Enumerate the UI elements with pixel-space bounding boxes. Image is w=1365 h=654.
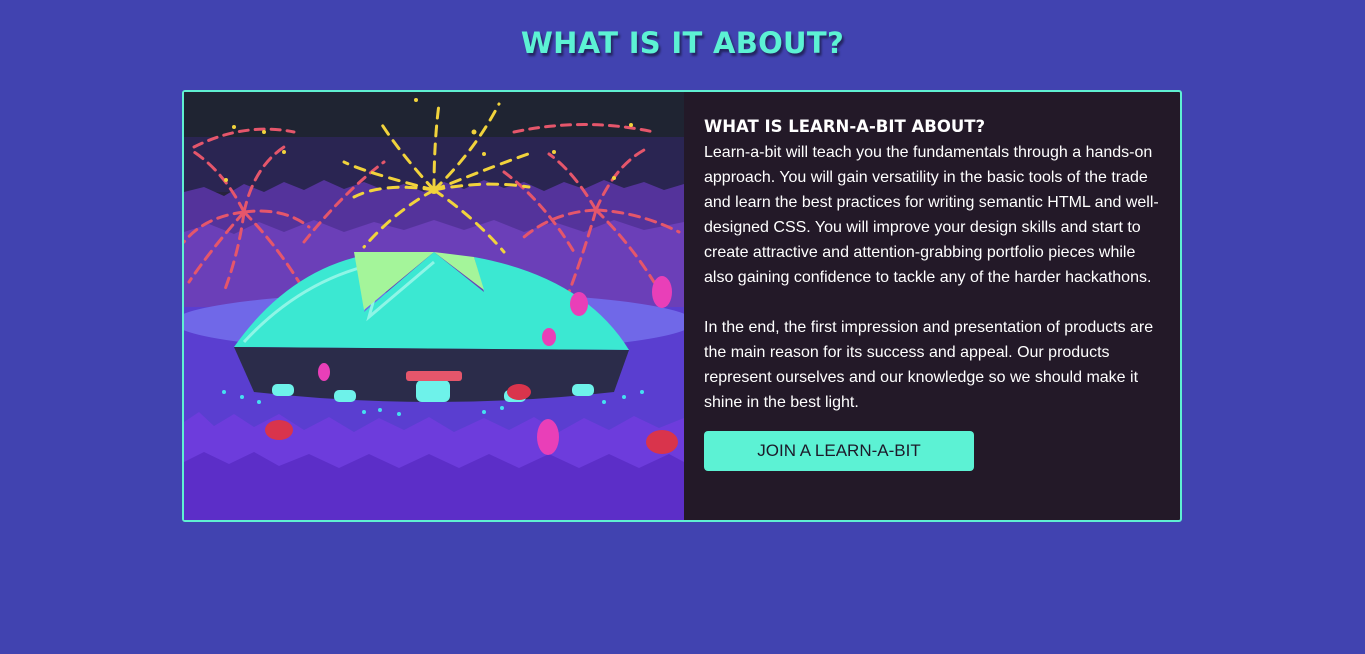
about-card: WHAT IS LEARN-A-BIT ABOUT? Learn-a-bit w… — [182, 90, 1182, 522]
about-paragraph-1: Learn-a-bit will teach you the fundament… — [704, 144, 1159, 286]
about-content: WHAT IS LEARN-A-BIT ABOUT? Learn-a-bit w… — [704, 114, 1164, 471]
join-learn-a-bit-button[interactable]: JOIN A LEARN-A-BIT — [704, 431, 974, 471]
page: WHAT IS IT ABOUT? WHAT IS LEARN-A-BIT AB… — [0, 0, 1365, 654]
about-heading: WHAT IS LEARN-A-BIT ABOUT? — [704, 117, 986, 136]
about-paragraph-2: In the end, the first impression and pre… — [704, 319, 1154, 411]
fireworks-arena-illustration — [184, 92, 684, 520]
section-title: WHAT IS IT ABOUT? — [520, 26, 845, 60]
